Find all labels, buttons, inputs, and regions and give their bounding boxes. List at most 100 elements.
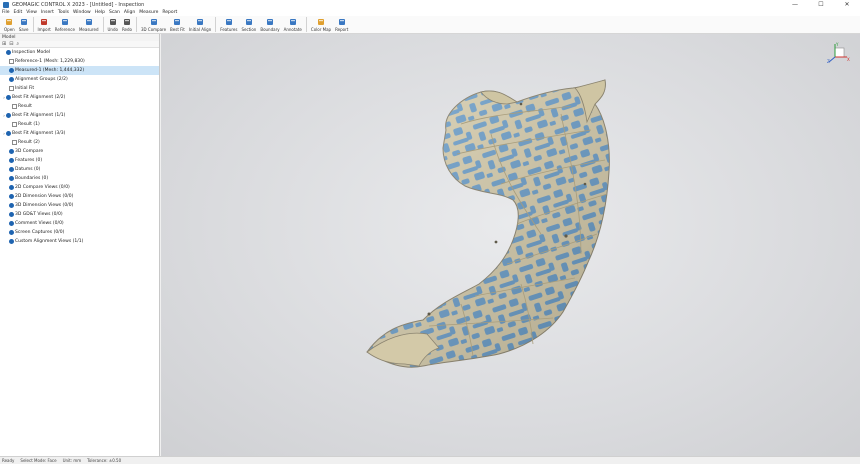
features-button[interactable]: Features — [218, 16, 239, 34]
visibility-toggle[interactable] — [12, 122, 17, 127]
tree-item[interactable]: Alignment Groups (2/2) — [0, 75, 159, 84]
menu-file[interactable]: File — [2, 10, 14, 15]
tree-item[interactable]: Screen Captures (0/0) — [0, 228, 159, 237]
menu-report[interactable]: Report — [162, 10, 181, 15]
tree-item-label: Best Fit Alignment (3/3) — [12, 131, 66, 136]
tree-item[interactable]: Inspection Model — [0, 48, 159, 57]
measured-button[interactable]: Measured — [77, 16, 101, 34]
menu-scan[interactable]: Scan — [109, 10, 124, 15]
status-select-mode: Select Mode: Face — [20, 458, 57, 463]
visibility-toggle[interactable] — [9, 149, 14, 154]
visibility-toggle[interactable] — [9, 212, 14, 217]
boundary-icon — [265, 17, 274, 26]
visibility-toggle[interactable] — [6, 131, 11, 136]
visibility-toggle[interactable] — [9, 239, 14, 244]
collapse-all-icon[interactable]: ⊟ — [9, 41, 13, 47]
open-button[interactable]: Open — [2, 16, 17, 34]
tree-item[interactable]: › Best Fit Alignment (2/2) — [0, 93, 159, 102]
visibility-toggle[interactable] — [6, 95, 11, 100]
visibility-toggle[interactable] — [9, 167, 14, 172]
visibility-toggle[interactable] — [9, 194, 14, 199]
visibility-toggle[interactable] — [9, 158, 14, 163]
color-map-button[interactable]: Color Map — [309, 16, 333, 34]
tree-item[interactable]: 3D GD&T Views (0/0) — [0, 210, 159, 219]
search-icon[interactable]: ⌕ — [16, 41, 19, 47]
tree-item[interactable]: Initial Fit — [0, 84, 159, 93]
features-icon — [224, 17, 233, 26]
visibility-toggle[interactable] — [9, 59, 14, 64]
tree-item-label: 3D Compare — [15, 149, 44, 154]
toolbar-button-label: Save — [18, 27, 29, 32]
visibility-toggle[interactable] — [9, 68, 14, 73]
tree-item[interactable]: Reference-1 (Mesh: 1,229,830) — [0, 57, 159, 66]
import-button[interactable]: Import — [36, 16, 53, 34]
tree-item[interactable]: Boundaries (0) — [0, 174, 159, 183]
menu-window[interactable]: Window — [73, 10, 95, 15]
visibility-toggle[interactable] — [9, 203, 14, 208]
tree-item[interactable]: Comment Views (0/0) — [0, 219, 159, 228]
menu-align[interactable]: Align — [124, 10, 139, 15]
menu-edit[interactable]: Edit — [14, 10, 27, 15]
tree-item[interactable]: › Best Fit Alignment (1/1) — [0, 111, 159, 120]
tree-item-label: Alignment Groups (2/2) — [15, 77, 68, 82]
tree-item[interactable]: Result (2) — [0, 138, 159, 147]
tree-item[interactable]: Result (1) — [0, 120, 159, 129]
tree-item[interactable]: 3D Dimension Views (0/0) — [0, 201, 159, 210]
tree-item[interactable]: 2D Compare Views (0/0) — [0, 183, 159, 192]
save-icon — [19, 17, 28, 26]
tree-item-label: Best Fit Alignment (2/2) — [12, 95, 66, 100]
tree-item[interactable]: Result — [0, 102, 159, 111]
expand-all-icon[interactable]: ⊞ — [2, 41, 6, 47]
tree-item[interactable]: Custom Alignment Views (1/1) — [0, 237, 159, 246]
visibility-toggle[interactable] — [9, 230, 14, 235]
boundary-button[interactable]: Boundary — [258, 16, 281, 34]
undo-button[interactable]: Undo — [106, 16, 120, 34]
visibility-toggle[interactable] — [6, 50, 11, 55]
menu-view[interactable]: View — [26, 10, 41, 15]
menu-help[interactable]: Help — [95, 10, 109, 15]
report-icon — [337, 17, 346, 26]
minimize-button[interactable]: — — [782, 0, 808, 9]
tree-item[interactable]: Features (0) — [0, 156, 159, 165]
visibility-toggle[interactable] — [9, 77, 14, 82]
visibility-toggle[interactable] — [6, 113, 11, 118]
3d-viewport[interactable]: X Y Z — [161, 34, 860, 456]
tree-item[interactable]: Datums (0) — [0, 165, 159, 174]
visibility-toggle[interactable] — [9, 221, 14, 226]
model-tree-panel: Model ⊞ ⊟ ⌕ Inspection Model Reference-1 … — [0, 34, 160, 456]
initial-align-button[interactable]: Initial Align — [187, 16, 213, 34]
inspected-part-model[interactable] — [161, 34, 860, 456]
reference-icon — [60, 17, 69, 26]
menu-measure[interactable]: Measure — [139, 10, 162, 15]
tree-item[interactable]: Measured-1 (Mesh: 1,444,332) — [0, 66, 159, 75]
report-button[interactable]: Report — [333, 16, 350, 34]
tree-item-label: Comment Views (0/0) — [15, 221, 64, 226]
save-button[interactable]: Save — [17, 16, 31, 34]
tree-item[interactable]: 3D Compare — [0, 147, 159, 156]
best-fit-button[interactable]: Best Fit — [168, 16, 187, 34]
menu-insert[interactable]: Insert — [41, 10, 58, 15]
orientation-triad-icon[interactable]: X Y Z — [827, 42, 851, 64]
main-toolbar: Open Save Import Reference Measured Undo Redo 3… — [0, 16, 860, 34]
visibility-toggle[interactable] — [9, 185, 14, 190]
toolbar-separator — [305, 17, 307, 32]
tree-item-label: 3D GD&T Views (0/0) — [15, 212, 63, 217]
maximize-button[interactable]: ☐ — [808, 0, 834, 9]
toolbar-button-label: Import — [37, 27, 51, 32]
annotate-button[interactable]: Annotate — [282, 16, 304, 34]
model-tree: Inspection Model Reference-1 (Mesh: 1,229… — [0, 48, 159, 246]
visibility-toggle[interactable] — [12, 104, 17, 109]
reference-button[interactable]: Reference — [53, 16, 77, 34]
visibility-toggle[interactable] — [9, 176, 14, 181]
tree-item[interactable]: 2D Dimension Views (0/0) — [0, 192, 159, 201]
section-button[interactable]: Section — [239, 16, 258, 34]
3d-compare-button[interactable]: 3D Compare — [139, 16, 168, 34]
menu-tools[interactable]: Tools — [58, 10, 73, 15]
toolbar-button-label: Open — [4, 27, 15, 32]
tree-item[interactable]: › Best Fit Alignment (3/3) — [0, 129, 159, 138]
visibility-toggle[interactable] — [9, 86, 14, 91]
visibility-toggle[interactable] — [12, 140, 17, 145]
close-button[interactable]: ✕ — [834, 0, 860, 9]
redo-button[interactable]: Redo — [120, 16, 134, 34]
toolbar-button-label: Initial Align — [188, 27, 212, 32]
